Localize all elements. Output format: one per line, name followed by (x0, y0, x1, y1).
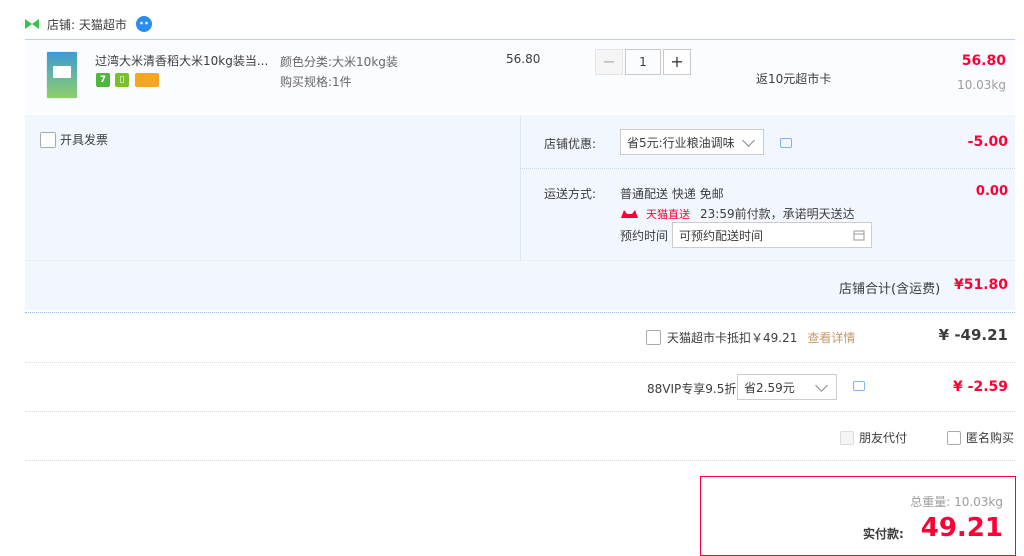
shop-discount-select[interactable]: 省5元:行业粮油调味 (620, 129, 764, 155)
chevron-down-icon (815, 379, 828, 392)
item-weight: 10.03kg (957, 78, 1006, 92)
quantity-input[interactable]: 1 (625, 49, 661, 75)
shop-name[interactable]: 店铺: 天猫超市 (47, 16, 127, 33)
shipping-amount: 0.00 (975, 184, 1008, 199)
sku-spec-value: 1件 (332, 75, 352, 89)
friend-pay-checkbox[interactable] (840, 430, 854, 445)
divider (25, 362, 1015, 363)
anonymous-label: 匿名购买 (966, 431, 1015, 445)
friend-pay-option[interactable]: 朋友代付 (840, 429, 907, 446)
shop-header: 店铺: 天猫超市 (25, 14, 153, 34)
cart-item-row: 过湾大米清香稻大米10kg装当... 7 ▯ 颜色分类:大米10kg装 购买规格… (25, 39, 1015, 114)
anonymous-checkbox[interactable] (947, 430, 961, 445)
reserve-time-input[interactable]: 可预约配送时间 (672, 222, 872, 248)
divider (520, 115, 521, 260)
wangwang-chat-icon[interactable] (135, 15, 153, 33)
shipping-label: 运送方式: (544, 187, 597, 201)
sku-color-value: 大米10kg装 (332, 55, 398, 69)
sku-color-label: 颜色分类: (280, 55, 333, 69)
anonymous-option[interactable]: 匿名购买 (947, 429, 1014, 446)
divider (25, 460, 1015, 461)
tmall-cat-icon (621, 209, 638, 218)
shop-discount-value: 省5元:行业粮油调味 (627, 135, 735, 150)
shop-total-label: 店铺合计(含运费) (839, 282, 941, 297)
invoice-checkbox[interactable] (40, 131, 56, 148)
increase-button[interactable]: + (663, 49, 691, 75)
tmall-shop-icon (25, 19, 39, 29)
pay-label: 实付款: (863, 527, 904, 541)
invoice-option[interactable]: 开具发票 (40, 131, 108, 148)
card-detail-link[interactable]: 查看详情 (807, 329, 855, 346)
tmall-direct-badge: 天猫直送 (646, 207, 690, 221)
rebate-text: 返10元超市卡 (756, 72, 832, 86)
vip-discount-select[interactable]: 省2.59元 (737, 374, 837, 400)
shop-discount-label: 店铺优惠: (544, 137, 597, 151)
shipping-method: 普通配送 快递 免邮 (620, 187, 724, 201)
shop-discount-amount: -5.00 (967, 134, 1008, 150)
pay-value: 49.21 (920, 513, 1003, 543)
invoice-label: 开具发票 (60, 133, 109, 147)
sku-spec-label: 购买规格: (280, 75, 333, 89)
decrease-button[interactable]: − (595, 49, 623, 75)
product-thumbnail[interactable] (46, 51, 78, 99)
total-weight: 总重量: 10.03kg (910, 495, 1003, 509)
seven-day-return-badge: 7 (96, 73, 110, 87)
delivery-promise: 23:59前付款，承诺明天送达 (700, 207, 855, 221)
card-deduct-option[interactable]: 天猫超市卡抵扣￥49.21 查看详情 (646, 329, 855, 346)
divider (520, 168, 1015, 169)
divider (25, 312, 1015, 313)
unit-price: 56.80 (506, 52, 541, 66)
final-payment-box: 总重量: 10.03kg 实付款: 49.21 (700, 476, 1016, 556)
card-pay-badge (135, 73, 159, 87)
tmall-direct-row: 天猫直送 23:59前付款，承诺明天送达 (620, 205, 855, 222)
comment-icon[interactable] (853, 381, 865, 391)
vip-label: 88VIP专享9.5折 (647, 382, 737, 396)
card-deduct-label: 天猫超市卡抵扣￥49.21 (667, 331, 798, 345)
quantity-stepper: − 1 + (595, 49, 691, 75)
vip-select-value: 省2.59元 (744, 380, 795, 395)
calendar-icon (853, 230, 865, 241)
reserve-time-label: 预约时间 (620, 229, 669, 243)
card-deduct-checkbox[interactable] (646, 330, 661, 345)
friend-pay-label: 朋友代付 (859, 431, 908, 445)
guarantee-badge: ▯ (115, 73, 129, 87)
vip-amount: ¥ -2.59 (953, 379, 1008, 395)
product-title[interactable]: 过湾大米清香稻大米10kg装当... (95, 52, 275, 69)
sku-info: 颜色分类:大米10kg装 购买规格:1件 (280, 52, 398, 92)
divider (25, 411, 1015, 412)
chevron-down-icon (742, 134, 755, 147)
shop-total-value: ¥51.80 (953, 277, 1008, 293)
comment-icon[interactable] (780, 138, 792, 148)
card-deduct-amount: ¥ -49.21 (938, 326, 1008, 344)
item-subtotal: 56.80 (961, 53, 1006, 69)
reserve-time-placeholder: 可预约配送时间 (679, 228, 764, 243)
